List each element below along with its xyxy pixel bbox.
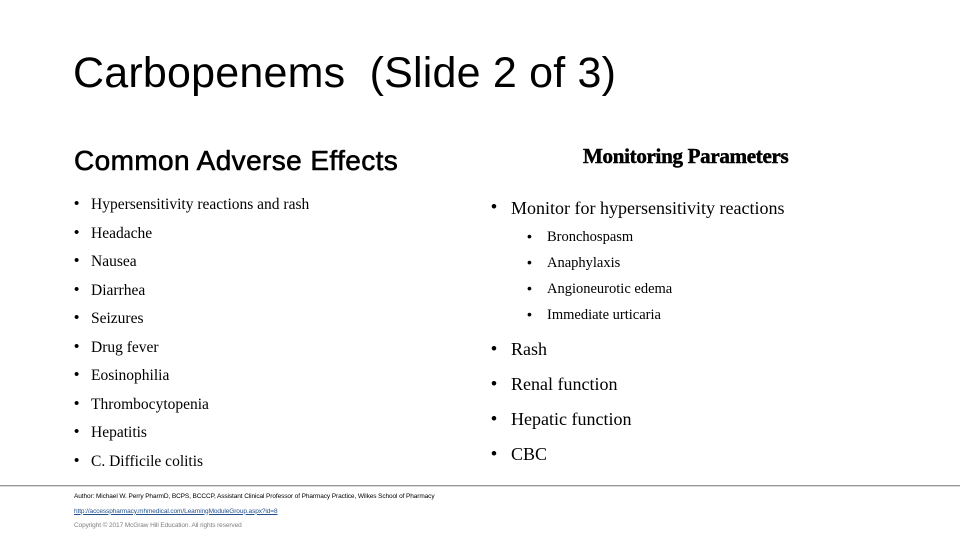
list-item: • Hepatic function bbox=[491, 402, 631, 437]
list-item-text: Seizures bbox=[91, 310, 144, 327]
list-item-text: Drug fever bbox=[91, 338, 159, 356]
bullet-icon: • bbox=[491, 197, 497, 216]
monitoring-list-bottom: • Rash • Renal function • Hepatic function … bbox=[491, 332, 631, 472]
footer: Author: Michael W. Perry PharmD, BCPS, B… bbox=[74, 490, 435, 534]
list-item-text: Hepatic function bbox=[511, 409, 632, 429]
footer-divider bbox=[0, 485, 960, 487]
bullet-icon: • bbox=[74, 195, 80, 212]
list-item: • Hepatitis bbox=[74, 419, 309, 448]
bullet-icon: • bbox=[74, 280, 80, 298]
list-item: • Thrombocytopenia bbox=[74, 391, 309, 420]
list-item-text: Thrombocytopenia bbox=[91, 395, 209, 413]
bullet-icon: • bbox=[527, 280, 532, 296]
source-link[interactable]: http://accesspharmacy.mhmedical.com/Lear… bbox=[74, 505, 434, 520]
list-item: • Monitor for hypersensitivity reactions bbox=[491, 193, 784, 223]
hypersensitivity-sublist: • Bronchospasm • Anaphylaxis • Angioneuroti… bbox=[527, 224, 672, 328]
bullet-icon: • bbox=[74, 223, 80, 241]
list-item-text: Hepatitis bbox=[91, 424, 147, 441]
list-item-text: Renal function bbox=[511, 374, 618, 394]
list-item-text: Anaphylaxis bbox=[547, 255, 621, 271]
list-item-text: Hypersensitivity reactions and rash bbox=[91, 196, 310, 213]
list-item-text: Monitor for hypersensitivity reactions bbox=[511, 198, 785, 218]
bullet-icon: • bbox=[74, 394, 80, 412]
list-item-text: CBC bbox=[511, 444, 548, 464]
author-credit: Author: Michael W. Perry PharmD, BCPS, B… bbox=[74, 493, 435, 500]
list-item: • C. Difficile colitis bbox=[74, 448, 309, 477]
bullet-icon: • bbox=[527, 228, 532, 244]
bullet-icon: • bbox=[74, 337, 80, 355]
adverse-effects-list: • Hypersensitivity reactions and rash • He… bbox=[74, 191, 309, 476]
sub-list-item: • Anaphylaxis bbox=[527, 250, 672, 276]
bullet-icon: • bbox=[491, 409, 497, 428]
list-item-text: Bronchospasm bbox=[547, 229, 634, 245]
list-item: • Seizures bbox=[74, 305, 309, 334]
list-item-text: Immediate urticaria bbox=[547, 307, 661, 323]
list-item: • Headache bbox=[74, 220, 309, 249]
bullet-icon: • bbox=[74, 451, 80, 469]
list-item-text: Eosinophilia bbox=[91, 367, 170, 384]
monitoring-list-top: • Monitor for hypersensitivity reactions bbox=[491, 193, 784, 223]
bullet-icon: • bbox=[74, 309, 80, 326]
sub-list-item: • Angioneurotic edema bbox=[527, 276, 672, 302]
list-item-text: Rash bbox=[511, 339, 547, 359]
list-item: • CBC bbox=[491, 437, 631, 472]
list-item: • Eosinophilia bbox=[74, 362, 309, 391]
copyright-notice: Copyright © 2017 McGraw Hill Education. … bbox=[74, 522, 242, 529]
list-item: • Rash bbox=[491, 332, 631, 367]
sub-list-item: • Bronchospasm bbox=[527, 224, 672, 250]
list-item: • Diarrhea bbox=[74, 277, 309, 306]
list-item: • Drug fever bbox=[74, 334, 309, 363]
sub-list-item: • Immediate urticaria bbox=[527, 302, 672, 328]
list-item: • Nausea bbox=[74, 248, 309, 277]
list-item-text: Diarrhea bbox=[91, 281, 146, 299]
bullet-icon: • bbox=[527, 254, 532, 270]
bullet-icon: • bbox=[491, 374, 497, 393]
list-item: • Renal function bbox=[491, 367, 631, 402]
left-column-heading: Common Adverse Effects bbox=[74, 145, 399, 176]
list-item: • Hypersensitivity reactions and rash bbox=[74, 191, 309, 220]
slide-title: Carbopenems (Slide 2 of 3) bbox=[73, 49, 617, 97]
list-item-text: Angioneurotic edema bbox=[547, 281, 673, 297]
bullet-icon: • bbox=[527, 306, 532, 322]
bullet-icon: • bbox=[491, 444, 497, 463]
list-item-text: C. Difficile colitis bbox=[91, 452, 204, 470]
right-column-heading: Monitoring Parameters bbox=[583, 144, 789, 168]
bullet-icon: • bbox=[74, 366, 80, 383]
bullet-icon: • bbox=[74, 423, 80, 440]
list-item-text: Headache bbox=[91, 224, 153, 242]
bullet-icon: • bbox=[74, 252, 80, 269]
bullet-icon: • bbox=[491, 339, 497, 358]
slide: Carbopenems (Slide 2 of 3) Common Advers… bbox=[0, 0, 960, 540]
list-item-text: Nausea bbox=[91, 253, 137, 270]
